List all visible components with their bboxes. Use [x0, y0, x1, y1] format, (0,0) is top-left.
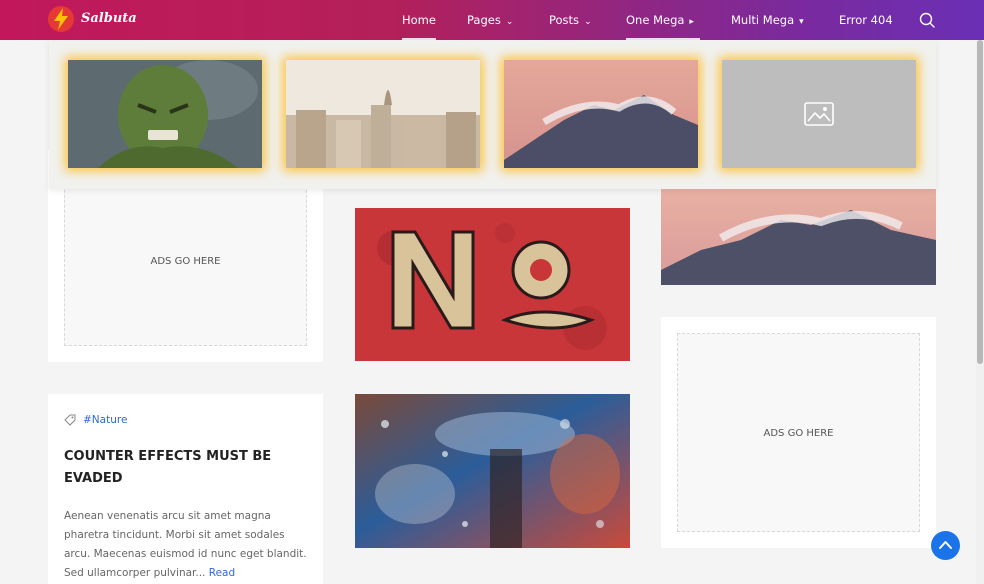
- back-to-top-button[interactable]: [931, 531, 960, 560]
- nav-hover-indicator: [626, 38, 700, 40]
- brand-name[interactable]: Salbuta: [81, 11, 137, 26]
- chevron-up-icon: [939, 541, 952, 549]
- nav-home-label: Home: [402, 13, 436, 27]
- nav-multi-mega[interactable]: Multi Mega ▾: [731, 13, 804, 27]
- nav-one-mega-label: One Mega: [626, 13, 685, 27]
- ad-card-right: ADS GO HERE: [661, 317, 936, 548]
- read-more-link[interactable]: Read: [209, 567, 235, 579]
- mountain-sunset-graphic: [504, 60, 698, 168]
- scrollbar-thumb[interactable]: [977, 40, 983, 364]
- post-image-no-sign[interactable]: [355, 208, 630, 361]
- rainy-window-graphic: [355, 394, 630, 548]
- nav-posts[interactable]: Posts ⌄: [549, 13, 592, 27]
- ad-slot[interactable]: ADS GO HERE: [677, 333, 920, 532]
- post-title[interactable]: COUNTER EFFECTS MUST BE EVADED: [64, 446, 309, 490]
- image-placeholder-icon: [804, 102, 834, 126]
- nav-pages[interactable]: Pages ⌄: [467, 13, 513, 27]
- nav-error-404[interactable]: Error 404: [839, 13, 893, 27]
- post-tag-link[interactable]: #Nature: [83, 414, 127, 426]
- chevron-down-icon: ⌄: [584, 17, 592, 27]
- post-excerpt-text: Aenean venenatis arcu sit amet magna pha…: [64, 510, 307, 579]
- caret-right-icon: ▸: [689, 17, 694, 27]
- mega-thumb-city[interactable]: [286, 60, 480, 168]
- ad-label: ADS GO HERE: [763, 428, 834, 439]
- post-excerpt: Aenean venenatis arcu sit amet magna pha…: [64, 507, 309, 583]
- nav-home[interactable]: Home: [402, 13, 436, 27]
- nav-pages-label: Pages: [467, 13, 501, 27]
- mega-thumb-placeholder[interactable]: [722, 60, 916, 168]
- nav-active-indicator: [402, 38, 436, 40]
- post-image-rainy-window[interactable]: [355, 394, 630, 548]
- ad-label: ADS GO HERE: [150, 256, 221, 267]
- city-rooftops-graphic: [286, 60, 480, 168]
- nav-one-mega[interactable]: One Mega ▸: [626, 13, 694, 27]
- nav-multi-mega-label: Multi Mega: [731, 13, 795, 27]
- site-header: Salbuta Home Pages ⌄ Posts ⌄ One Mega ▸ Mul…: [0, 0, 984, 40]
- logo-icon[interactable]: [47, 5, 75, 33]
- chevron-down-icon: ⌄: [505, 17, 514, 27]
- tag-icon: [64, 414, 76, 426]
- ad-slot[interactable]: ADS GO HERE: [64, 180, 307, 346]
- no-sign-graphic: [355, 208, 630, 361]
- mega-thumb-mountain[interactable]: [504, 60, 698, 168]
- post-image-mountains[interactable]: [661, 180, 936, 285]
- hulk-portrait-graphic: [68, 60, 262, 168]
- mega-thumb-hulk[interactable]: [68, 60, 262, 168]
- mega-menu-dropdown: [49, 40, 936, 189]
- nav-posts-label: Posts: [549, 13, 580, 27]
- nav-error-404-label: Error 404: [839, 13, 893, 27]
- search-icon[interactable]: [919, 12, 935, 28]
- caret-down-icon: ▾: [799, 17, 804, 27]
- mountains-graphic: [661, 180, 936, 285]
